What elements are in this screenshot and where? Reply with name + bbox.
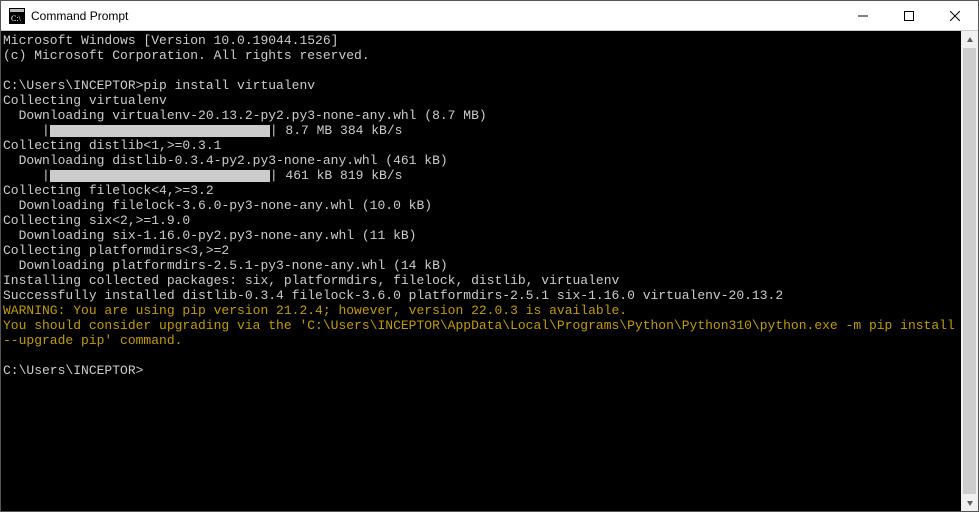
terminal-output[interactable]: Microsoft Windows [Version 10.0.19044.15… — [1, 31, 961, 511]
window-title: Command Prompt — [31, 9, 128, 23]
terminal-line: Collecting six<2,>=1.9.0 — [3, 213, 961, 228]
terminal-line: Collecting virtualenv — [3, 93, 961, 108]
progress-stats: | 8.7 MB 384 kB/s — [270, 123, 403, 138]
terminal-line: Downloading filelock-3.6.0-py3-none-any.… — [3, 198, 961, 213]
progress-indent: | — [3, 123, 50, 138]
terminal-line: Downloading platformdirs-2.5.1-py3-none-… — [3, 258, 961, 273]
terminal-line: Collecting distlib<1,>=0.3.1 — [3, 138, 961, 153]
minimize-button[interactable] — [840, 1, 886, 31]
close-button[interactable] — [932, 1, 978, 31]
window-titlebar[interactable]: C:\ Command Prompt — [1, 1, 978, 31]
progress-bar-line: | | 8.7 MB 384 kB/s — [3, 123, 961, 138]
progress-bar-line: | | 461 kB 819 kB/s — [3, 168, 961, 183]
progress-bar-fill — [50, 125, 270, 137]
terminal-line: Installing collected packages: six, plat… — [3, 273, 961, 288]
terminal-line: Downloading distlib-0.3.4-py2.py3-none-a… — [3, 153, 961, 168]
progress-bar-fill — [50, 170, 270, 182]
terminal-line: C:\Users\INCEPTOR>pip install virtualenv — [3, 78, 961, 93]
terminal-line: Microsoft Windows [Version 10.0.19044.15… — [3, 33, 961, 48]
terminal-line — [3, 348, 961, 363]
terminal-line: Downloading virtualenv-20.13.2-py2.py3-n… — [3, 108, 961, 123]
svg-text:C:\: C:\ — [11, 14, 22, 23]
terminal-line: Collecting filelock<4,>=3.2 — [3, 183, 961, 198]
cmd-icon: C:\ — [9, 8, 25, 24]
terminal-line: C:\Users\INCEPTOR> — [3, 363, 961, 378]
terminal-line: (c) Microsoft Corporation. All rights re… — [3, 48, 961, 63]
terminal-line — [3, 63, 961, 78]
terminal-line: Downloading six-1.16.0-py2.py3-none-any.… — [3, 228, 961, 243]
terminal-warning-line: WARNING: You are using pip version 21.2.… — [3, 303, 961, 318]
scroll-down-button[interactable] — [961, 494, 978, 511]
vertical-scrollbar[interactable] — [961, 31, 978, 511]
terminal-line: Collecting platformdirs<3,>=2 — [3, 243, 961, 258]
terminal-line: Successfully installed distlib-0.3.4 fil… — [3, 288, 961, 303]
progress-indent: | — [3, 168, 50, 183]
maximize-button[interactable] — [886, 1, 932, 31]
terminal-warning-line: You should consider upgrading via the 'C… — [3, 318, 961, 348]
scroll-thumb[interactable] — [963, 48, 976, 494]
scroll-up-button[interactable] — [961, 31, 978, 48]
scroll-track[interactable] — [961, 48, 978, 494]
progress-stats: | 461 kB 819 kB/s — [270, 168, 403, 183]
